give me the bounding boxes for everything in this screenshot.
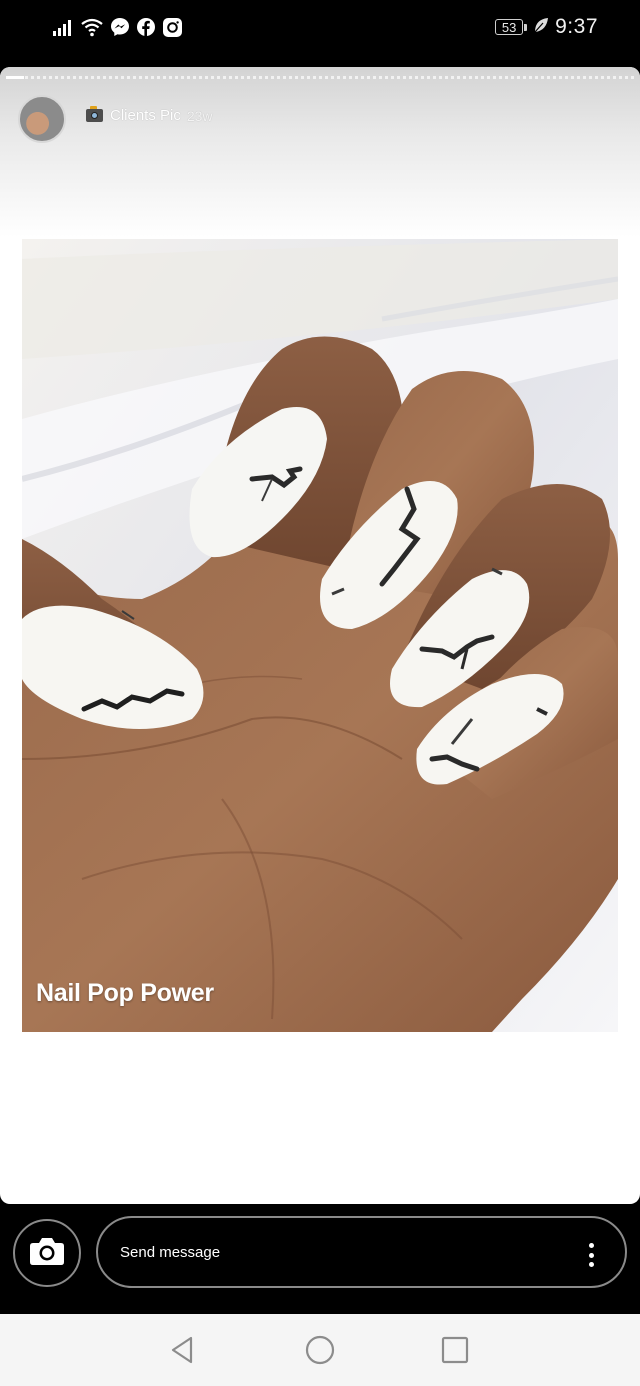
home-circle-icon[interactable] [302,1332,338,1368]
clock: 9:37 [555,15,598,38]
story-card[interactable]: Clients Pic 23w Nail Pop Power [0,67,640,1204]
more-options-icon[interactable] [587,1243,595,1267]
camera-button[interactable] [13,1219,81,1287]
battery-indicator: 53 [495,18,528,36]
wifi-icon [80,17,104,37]
story-header: Clients Pic 23w [86,106,213,124]
status-icons-right: 53 9:37 [495,12,598,42]
recents-square-icon[interactable] [437,1332,473,1368]
leaf-icon [533,16,549,39]
story-progress-fill [6,76,24,79]
send-message-input[interactable]: Send message [96,1216,627,1288]
camera-icon [29,1236,65,1271]
story-photo: Nail Pop Power [22,239,618,1032]
message-bar: Send message [0,1204,640,1314]
status-icons-left [52,14,183,40]
story-progress-bar [6,76,634,83]
nail-photo-illustration [22,239,618,1032]
story-title[interactable]: Clients Pic [110,107,181,124]
system-navigation-bar [0,1314,640,1386]
camera-emoji-icon [86,106,103,122]
messenger-icon [110,17,130,37]
instagram-icon [162,17,183,38]
header-shade [0,67,640,237]
avatar[interactable] [18,95,66,143]
photo-caption: Nail Pop Power [36,979,214,1007]
battery-level: 53 [501,19,517,35]
send-message-placeholder: Send message [120,1243,221,1261]
signal-icon [52,18,74,36]
back-triangle-icon[interactable] [164,1332,200,1368]
story-timestamp: 23w [186,107,213,124]
status-bar: 53 9:37 [0,0,640,56]
facebook-icon [136,17,156,37]
story-viewer-screen: 53 9:37 Clients Pic 23w Nail Pop Power S… [0,0,640,1386]
